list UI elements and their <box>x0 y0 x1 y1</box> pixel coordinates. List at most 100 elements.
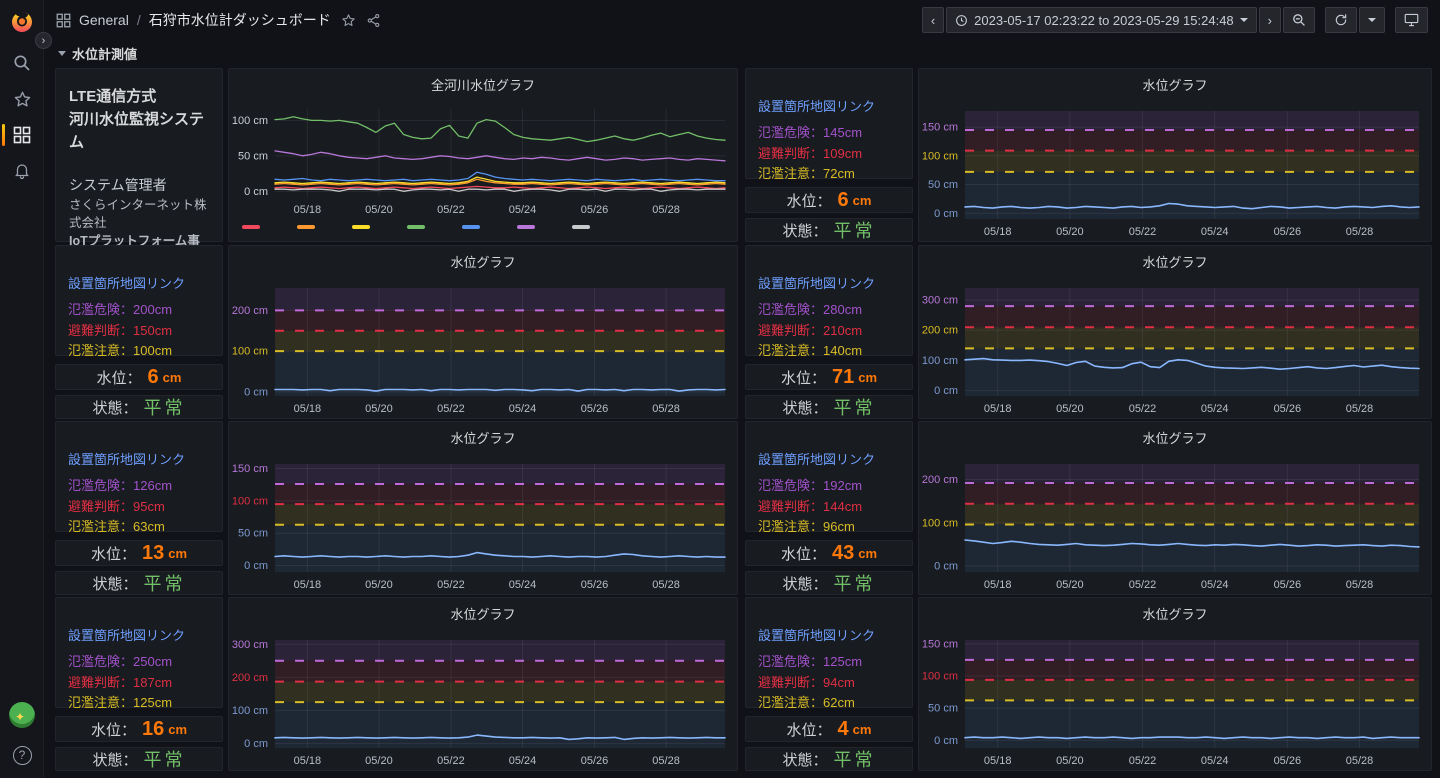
alerting-bell-icon[interactable] <box>0 158 44 184</box>
svg-text:05/22: 05/22 <box>1129 755 1157 767</box>
admin-heading: システム管理者 <box>69 174 209 196</box>
separator: ： <box>120 654 133 669</box>
legend-swatch-river-blue[interactable] <box>462 225 480 229</box>
map-link[interactable]: 設置箇所地図リンク <box>68 449 210 468</box>
svg-text:05/24: 05/24 <box>1201 579 1229 591</box>
water-level-chart[interactable]: 0 cm50 cm100 cm150 cm05/1805/2005/2205/2… <box>919 598 1431 770</box>
water-level-graph-panel: 水位グラフ 0 cm50 cm100 cm150 cm05/1805/2005/… <box>918 597 1432 771</box>
evacuate-threshold: 避難判断：187cm <box>68 673 210 694</box>
dashboards-icon[interactable] <box>0 122 44 148</box>
map-link[interactable]: 設置箇所地図リンク <box>758 625 900 644</box>
caution-threshold: 氾濫注意：72cm <box>758 164 900 185</box>
separator: ： <box>817 190 832 211</box>
water-level-graph-panel: 全河川水位グラフ 0 cm50 cm100 cm05/1805/2005/220… <box>228 68 738 242</box>
station-stack: 設置箇所地図リンク 氾濫危険：192cm 避難判断：144cm 氾濫注意：96c… <box>745 421 913 595</box>
water-level-graph-panel: 水位グラフ 0 cm100 cm200 cm300 cm05/1805/2005… <box>918 245 1432 419</box>
chevron-down-icon <box>1240 18 1248 22</box>
caution-value: 72cm <box>823 166 855 181</box>
svg-text:100 cm: 100 cm <box>232 705 268 717</box>
svg-text:05/28: 05/28 <box>1346 579 1374 591</box>
svg-text:05/18: 05/18 <box>294 403 322 415</box>
svg-text:0 cm: 0 cm <box>244 386 268 398</box>
caution-value: 100cm <box>133 343 172 358</box>
kiosk-mode-button[interactable] <box>1395 7 1428 33</box>
evacuate-threshold: 避難判断：150cm <box>68 321 210 342</box>
station-info-panel: 設置箇所地図リンク 氾濫危険：200cm 避難判断：150cm 氾濫注意：100… <box>55 245 223 356</box>
station-info-panel: 設置箇所地図リンク 氾濫危険：250cm 避難判断：187cm 氾濫注意：125… <box>55 597 223 708</box>
svg-text:150 cm: 150 cm <box>922 638 958 650</box>
danger-label: 氾濫危険 <box>68 302 120 317</box>
legend-swatch-river-green[interactable] <box>407 225 425 229</box>
water-level-stat-panel: 水位：43cm <box>745 540 913 566</box>
map-link[interactable]: 設置箇所地図リンク <box>758 449 900 468</box>
svg-text:300 cm: 300 cm <box>232 639 268 651</box>
station-stack: 設置箇所地図リンク 氾濫危険：250cm 避難判断：187cm 氾濫注意：125… <box>55 597 223 771</box>
svg-text:100 cm: 100 cm <box>922 355 958 367</box>
svg-text:05/20: 05/20 <box>1056 755 1084 767</box>
grafana-logo[interactable] <box>0 9 44 35</box>
refresh-button[interactable] <box>1325 7 1357 33</box>
water-level-chart[interactable]: 0 cm100 cm200 cm300 cm05/1805/2005/2205/… <box>229 598 737 770</box>
time-range-picker[interactable]: 2023-05-17 02:23:22 to 2023-05-29 15:24:… <box>946 7 1257 33</box>
dashboard-title[interactable]: 石狩市水位計ダッシュボード <box>149 10 331 30</box>
danger-threshold: 氾濫危険：192cm <box>758 476 900 497</box>
danger-threshold: 氾濫危険：280cm <box>758 300 900 321</box>
level-label: 水位 <box>781 367 811 388</box>
danger-label: 氾濫危険 <box>68 654 120 669</box>
svg-text:05/20: 05/20 <box>1056 226 1084 238</box>
evacuate-value: 187cm <box>133 675 172 690</box>
caution-threshold: 氾濫注意：140cm <box>758 341 900 362</box>
water-level-chart[interactable]: 0 cm50 cm100 cm150 cm05/1805/2005/2205/2… <box>919 69 1431 241</box>
row-toggle[interactable]: 水位計測値 <box>58 44 137 63</box>
legend-swatch-river-purple[interactable] <box>517 225 535 229</box>
separator: ： <box>813 220 828 241</box>
separator: ： <box>810 478 823 493</box>
water-level-chart[interactable]: 0 cm50 cm100 cm150 cm05/1805/2005/2205/2… <box>229 422 737 594</box>
legend-swatch-river-yellow[interactable] <box>352 225 370 229</box>
map-link[interactable]: 設置箇所地図リンク <box>68 273 210 292</box>
star-icon[interactable] <box>341 13 356 28</box>
water-level-chart[interactable]: 0 cm100 cm200 cm300 cm05/1805/2005/2205/… <box>919 246 1431 418</box>
zoom-out-button[interactable] <box>1283 7 1315 33</box>
sidebar-expand-button[interactable]: › <box>35 32 52 49</box>
starred-dashboards-icon[interactable] <box>0 86 44 112</box>
danger-label: 氾濫危険 <box>758 302 810 317</box>
caution-label: 氾濫注意 <box>758 343 810 358</box>
evacuate-value: 95cm <box>133 499 165 514</box>
time-shift-back-button[interactable]: ‹ <box>922 7 944 33</box>
help-icon[interactable]: ? <box>0 742 44 768</box>
svg-text:50 cm: 50 cm <box>928 703 958 715</box>
level-unit: cm <box>163 370 182 385</box>
map-link[interactable]: 設置箇所地図リンク <box>68 625 210 644</box>
separator: ： <box>810 519 823 534</box>
refresh-interval-dropdown[interactable] <box>1359 7 1385 33</box>
svg-text:05/26: 05/26 <box>581 403 609 415</box>
legend-swatch-river-red[interactable] <box>242 225 260 229</box>
water-level-graph-panel: 水位グラフ 0 cm100 cm200 cm05/1805/2005/2205/… <box>918 421 1432 595</box>
danger-threshold: 氾濫危険：126cm <box>68 476 210 497</box>
user-avatar[interactable]: ✦ <box>0 702 44 728</box>
water-level-chart[interactable]: 0 cm100 cm200 cm05/1805/2005/2205/2405/2… <box>919 422 1431 594</box>
svg-text:05/28: 05/28 <box>652 403 680 415</box>
svg-text:05/26: 05/26 <box>581 755 609 767</box>
water-level-chart[interactable]: 0 cm100 cm200 cm05/1805/2005/2205/2405/2… <box>229 246 737 418</box>
svg-text:05/24: 05/24 <box>1201 403 1229 415</box>
svg-text:0 cm: 0 cm <box>244 738 268 750</box>
breadcrumb-folder[interactable]: General <box>79 12 129 28</box>
water-level-chart[interactable]: 0 cm50 cm100 cm05/1805/2005/2205/2405/26… <box>229 69 737 241</box>
search-icon[interactable] <box>0 50 44 76</box>
evacuate-label: 避難判断 <box>68 499 120 514</box>
time-shift-forward-button[interactable]: › <box>1259 7 1281 33</box>
map-link[interactable]: 設置箇所地図リンク <box>758 273 900 292</box>
share-icon[interactable] <box>366 13 381 28</box>
legend-swatch-river-gray[interactable] <box>572 225 590 229</box>
caution-label: 氾濫注意 <box>68 519 120 534</box>
legend-swatch-river-orange[interactable] <box>297 225 315 229</box>
map-link[interactable]: 設置箇所地図リンク <box>758 96 900 115</box>
station-info-panel: 設置箇所地図リンク 氾濫危険：145cm 避難判断：109cm 氾濫注意：72c… <box>745 68 913 179</box>
water-level-stat-panel: 水位：4cm <box>745 716 913 742</box>
svg-text:05/24: 05/24 <box>509 579 537 591</box>
danger-value: 192cm <box>823 478 862 493</box>
svg-text:05/20: 05/20 <box>1056 579 1084 591</box>
svg-text:05/24: 05/24 <box>509 755 537 767</box>
